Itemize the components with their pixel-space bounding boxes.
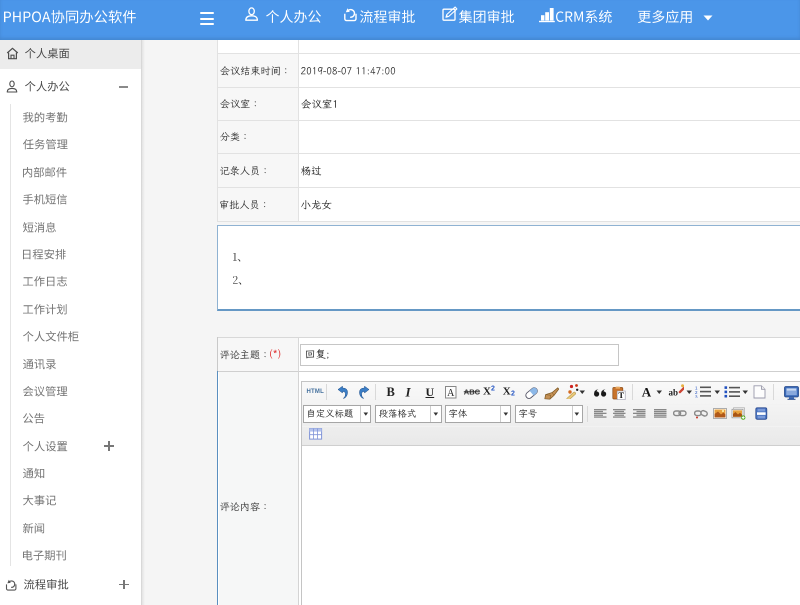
svg-text:A: A xyxy=(447,387,455,398)
svg-text:3: 3 xyxy=(695,395,698,399)
svg-text:T: T xyxy=(618,390,624,400)
